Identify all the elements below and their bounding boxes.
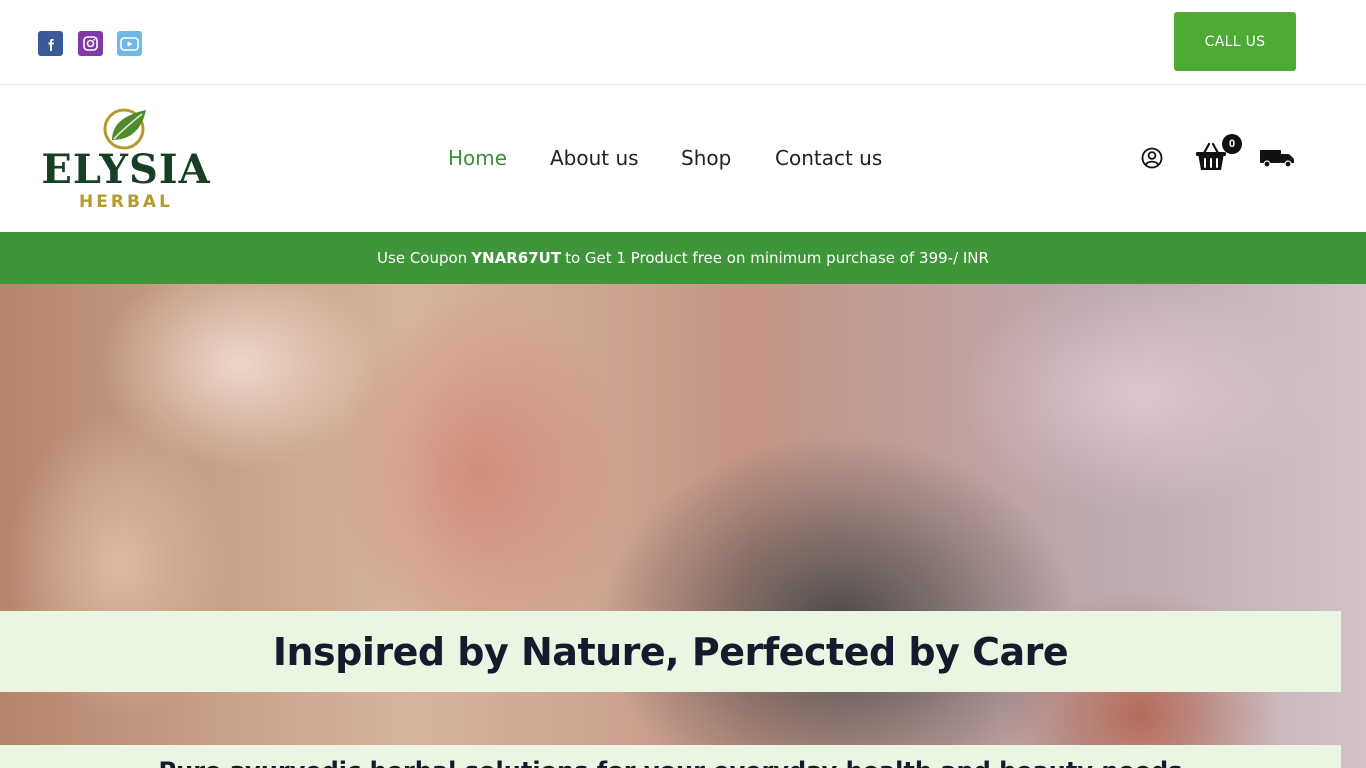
instagram-icon[interactable] xyxy=(78,31,103,56)
brand-logo[interactable]: ELYSIA HERBAL xyxy=(36,106,216,214)
youtube-icon[interactable] xyxy=(117,31,142,56)
logo-subtitle: HERBAL xyxy=(79,192,173,212)
call-us-button[interactable]: CALL US xyxy=(1174,12,1296,71)
hero-headline: Inspired by Nature, Perfected by Care xyxy=(272,629,1069,674)
truck-icon[interactable] xyxy=(1259,148,1296,168)
promo-text-after: to Get 1 Product free on minimum purchas… xyxy=(565,249,989,267)
nav-shop[interactable]: Shop xyxy=(681,146,731,170)
nav-contact-us[interactable]: Contact us xyxy=(775,146,882,170)
promo-text-before: Use Coupon xyxy=(377,249,468,267)
site-header: ELYSIA HERBAL Home About us Shop Contact… xyxy=(0,86,1366,232)
nav-about-us[interactable]: About us xyxy=(550,146,639,170)
hero-subheadline-band: Pure ayurvedic herbal solutions for your… xyxy=(0,745,1341,768)
hero-section: Inspired by Nature, Perfected by Care Pu… xyxy=(0,284,1366,768)
account-icon[interactable] xyxy=(1141,147,1163,169)
top-bar: CALL US xyxy=(0,0,1366,85)
hero-subheadline: Pure ayurvedic herbal solutions for your… xyxy=(0,757,1341,768)
leaf-icon xyxy=(103,108,146,150)
hero-headline-band: Inspired by Nature, Perfected by Care xyxy=(0,611,1341,692)
facebook-icon[interactable] xyxy=(38,31,63,56)
coupon-code: YNAR67UT xyxy=(471,249,562,267)
logo-wordmark: ELYSIA xyxy=(41,146,211,193)
nav-home[interactable]: Home xyxy=(448,146,507,170)
promo-banner: Use Coupon YNAR67UT to Get 1 Product fre… xyxy=(0,232,1366,284)
cart-count-badge: 0 xyxy=(1222,134,1242,154)
